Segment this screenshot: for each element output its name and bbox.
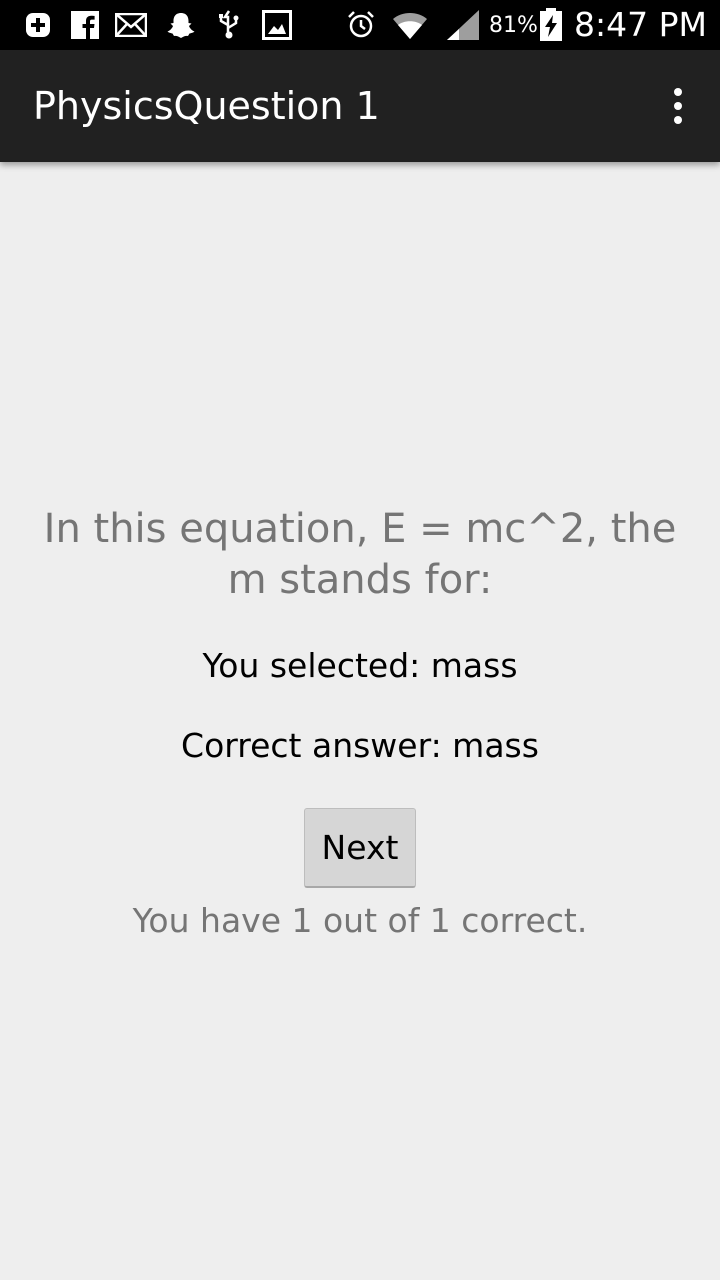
snapchat-icon [165, 10, 197, 40]
plus-icon [24, 10, 52, 40]
app-title: PhysicsQuestion 1 [33, 84, 380, 128]
app-bar: PhysicsQuestion 1 [0, 50, 720, 162]
gallery-icon [260, 10, 294, 40]
battery-percent: 81% [489, 13, 538, 38]
alarm-icon [344, 10, 378, 40]
correct-answer: Correct answer: mass [181, 726, 539, 765]
next-button[interactable]: Next [304, 808, 416, 888]
usb-icon [214, 10, 244, 40]
more-vert-icon[interactable] [666, 86, 690, 126]
signal-icon [444, 10, 482, 40]
facebook-icon [70, 10, 100, 40]
mail-icon [114, 10, 148, 40]
selected-answer: You selected: mass [202, 646, 518, 685]
question-text: In this equation, E = mc^2, the m stands… [43, 506, 677, 603]
status-bar: 81% 8:47 PM [0, 0, 720, 50]
clock: 8:47 PM [574, 5, 707, 44]
wifi-icon [390, 10, 430, 40]
battery-charging-icon [538, 8, 564, 41]
score-text: You have 1 out of 1 correct. [132, 901, 588, 940]
